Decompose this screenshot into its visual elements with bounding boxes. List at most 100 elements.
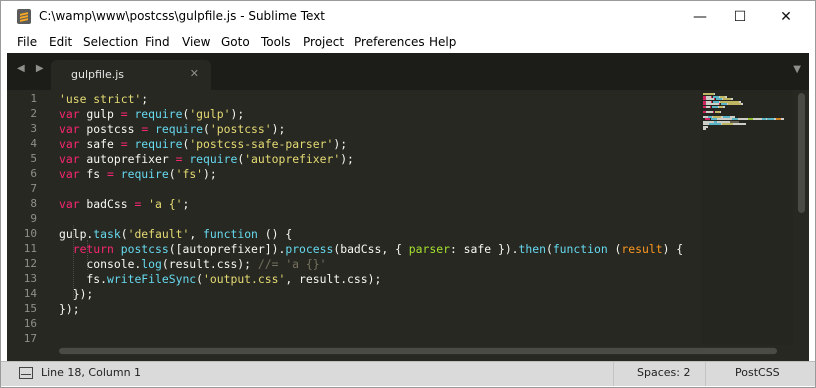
code-token: ; (141, 92, 149, 106)
code-token: postcss (120, 242, 169, 256)
indentation-setting[interactable]: Spaces: 2 (637, 366, 690, 379)
code-token: postcss (79, 122, 142, 136)
tab-gulpfile[interactable]: gulpfile.js ✕ (51, 60, 211, 90)
code-token: badCss (79, 197, 135, 211)
code-token: ) { (662, 242, 684, 256)
code-token: var (59, 122, 80, 136)
code-token: 'a {' (148, 197, 183, 211)
app-window: C:\wamp\www\postcss\gulpfile.js - Sublim… (0, 0, 816, 388)
line-number: 16 (23, 317, 37, 330)
code-token: ); (230, 107, 245, 121)
code-token: gulp. (59, 227, 94, 241)
menu-edit[interactable]: Edit (49, 35, 72, 49)
title-bar: C:\wamp\www\postcss\gulpfile.js - Sublim… (1, 1, 815, 33)
code-token: 'autoprefixer' (244, 152, 341, 166)
code-token: }); (59, 287, 94, 301)
code-token: gulp (79, 107, 121, 121)
minimap-token (709, 123, 721, 125)
close-window-button[interactable]: ✕ (763, 1, 809, 33)
menu-help[interactable]: Help (429, 35, 456, 49)
horizontal-scroll-thumb[interactable] (59, 348, 777, 354)
code-token: 'output.css' (203, 272, 286, 286)
minimap-token (741, 103, 743, 105)
cursor-position: Line 18, Column 1 (41, 366, 142, 379)
code-token: task (93, 227, 121, 241)
code-token: ( (607, 242, 622, 256)
code-token: fs (79, 167, 108, 181)
tab-dropdown-icon[interactable]: ▼ (793, 64, 801, 75)
minimap-token (713, 110, 714, 113)
tab-close-icon[interactable]: ✕ (190, 67, 199, 80)
code-token: = (120, 137, 128, 151)
code-token: ( (203, 122, 210, 136)
code-token: ( (168, 167, 176, 181)
minimap-token (710, 105, 711, 108)
line-number: 13 (23, 272, 37, 285)
line-number: 5 (30, 152, 37, 165)
line-number: 10 (23, 227, 37, 240)
syntax-setting[interactable]: PostCSS (735, 366, 780, 379)
code-area[interactable]: 'use strict'; var gulp = require('gulp');… (59, 90, 705, 350)
minimap-token (703, 128, 706, 130)
code-token: function (203, 227, 258, 241)
code-token: require (155, 122, 204, 136)
minimap[interactable] (701, 90, 793, 345)
code-line: return postcss([autoprefixer]).process(b… (59, 242, 683, 257)
code-line: var gulp = require('gulp'); (59, 107, 244, 122)
code-token: var (59, 107, 80, 121)
tab-nav-arrows-icon[interactable]: ◀ ▶ (17, 63, 48, 74)
panel-toggle-icon[interactable] (19, 367, 33, 379)
status-divider (613, 362, 614, 386)
menu-goto[interactable]: Goto (221, 35, 250, 49)
minimap-token (753, 118, 762, 120)
code-token: function (552, 242, 608, 256)
tab-label: gulpfile.js (71, 68, 125, 81)
menu-file[interactable]: File (17, 35, 37, 49)
horizontal-scrollbar[interactable] (59, 347, 777, 355)
code-token: = (107, 167, 114, 181)
code-line: }); (59, 287, 94, 302)
line-number: 12 (23, 257, 37, 270)
minimap-token (738, 118, 748, 120)
code-token: parser (408, 242, 450, 256)
line-number: 17 (23, 332, 37, 345)
code-token: require (189, 152, 238, 166)
minimap-token (723, 105, 725, 108)
code-token: ; (182, 197, 190, 211)
minimap-token (733, 123, 746, 125)
code-token: , (189, 227, 204, 241)
tab-bar: ◀ ▶ gulpfile.js ✕ ▼ (7, 53, 809, 90)
maximize-button[interactable]: ☐ (717, 1, 763, 33)
code-token: 'gulp' (189, 107, 231, 121)
code-line: fs.writeFileSync('output.css', result.cs… (59, 272, 381, 287)
window-title: C:\wamp\www\postcss\gulpfile.js - Sublim… (39, 9, 326, 23)
menu-view[interactable]: View (182, 35, 210, 49)
vertical-scroll-thumb[interactable] (798, 93, 805, 213)
menu-find[interactable]: Find (145, 35, 170, 49)
menu-project[interactable]: Project (303, 35, 344, 49)
line-number: 7 (30, 182, 37, 195)
code-token: ( (196, 272, 204, 286)
code-token: console. (59, 257, 142, 271)
sublime-text-app-icon (17, 9, 31, 24)
menu-tools[interactable]: Tools (261, 35, 291, 49)
code-token: process (285, 242, 334, 256)
status-divider (705, 362, 706, 386)
line-number: 14 (23, 287, 37, 300)
code-token: 'postcss' (209, 122, 272, 136)
line-number: 8 (30, 197, 37, 210)
code-line: }); (59, 302, 80, 317)
code-token: then (518, 242, 546, 256)
menu-selection[interactable]: Selection (83, 35, 138, 49)
code-token: //= 'a {}' (257, 257, 327, 271)
vertical-scrollbar[interactable] (795, 90, 809, 345)
code-token: ); (333, 137, 348, 151)
code-token: 'fs' (175, 167, 204, 181)
menu-preferences[interactable]: Preferences (354, 35, 425, 49)
code-token: ( (545, 242, 553, 256)
code-token: ); (271, 122, 286, 136)
minimap-token (722, 123, 733, 125)
